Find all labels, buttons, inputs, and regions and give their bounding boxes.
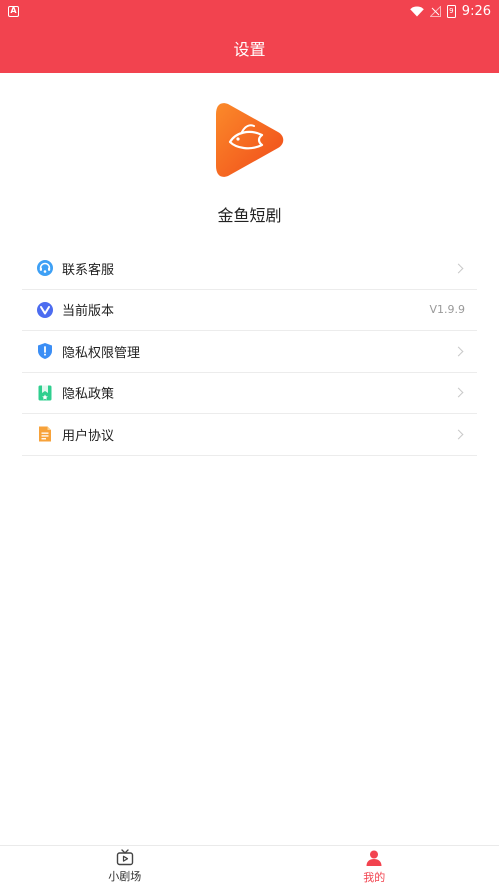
menu-item-contact-service[interactable]: 联系客服 <box>22 248 477 290</box>
menu-item-right <box>453 346 465 357</box>
chevron-right-icon <box>453 387 464 398</box>
tab-theater[interactable]: 小剧场 <box>0 846 250 887</box>
app-name: 金鱼短剧 <box>217 206 282 225</box>
menu-item-right <box>453 387 465 398</box>
bottom-tab-bar: 小剧场 我的 <box>0 845 499 887</box>
menu-item-label: 用户协议 <box>62 428 115 444</box>
menu-item-label: 隐私权限管理 <box>62 345 141 361</box>
user-icon <box>366 850 382 866</box>
no-signal-icon <box>429 5 441 17</box>
document-icon <box>36 425 54 443</box>
chevron-right-icon <box>453 346 464 357</box>
chevron-right-icon <box>453 429 464 440</box>
shield-icon <box>36 342 54 360</box>
menu-item-right <box>453 263 465 274</box>
chevron-right-icon <box>453 263 464 274</box>
header-bar: 设置 <box>0 22 499 73</box>
menu-item-user-agreement[interactable]: 用户协议 <box>22 414 477 456</box>
page-title: 设置 <box>233 39 266 59</box>
wifi-icon <box>409 6 424 17</box>
status-bar: A 9 9:26 <box>0 0 499 22</box>
menu-item-right <box>453 429 465 440</box>
version-value: V1.9.9 <box>429 303 465 317</box>
version-icon <box>36 301 54 319</box>
goldfish-play-logo-icon <box>215 103 283 177</box>
status-time: 9:26 <box>461 3 491 19</box>
menu-item-label: 隐私政策 <box>62 387 115 403</box>
menu-item-label: 当前版本 <box>62 304 115 320</box>
bookmark-icon <box>36 384 54 402</box>
tab-label: 我的 <box>363 870 386 884</box>
customer-service-icon <box>36 259 54 277</box>
menu-item-label: 联系客服 <box>62 262 115 278</box>
menu-item-privacy-permissions[interactable]: 隐私权限管理 <box>22 331 477 373</box>
notification-app-icon: A <box>8 5 19 17</box>
tv-icon <box>116 849 133 866</box>
tab-mine[interactable]: 我的 <box>250 846 499 887</box>
tab-label: 小剧场 <box>108 870 142 883</box>
menu-item-privacy-policy[interactable]: 隐私政策 <box>22 373 477 414</box>
settings-menu: 联系客服 当前版本 V1.9.9 隐私权限管理 隐私政策 用户协议 <box>22 248 477 456</box>
menu-item-current-version[interactable]: 当前版本 V1.9.9 <box>22 290 477 331</box>
battery-icon: 9 <box>446 4 456 18</box>
app-logo-container <box>0 102 499 178</box>
